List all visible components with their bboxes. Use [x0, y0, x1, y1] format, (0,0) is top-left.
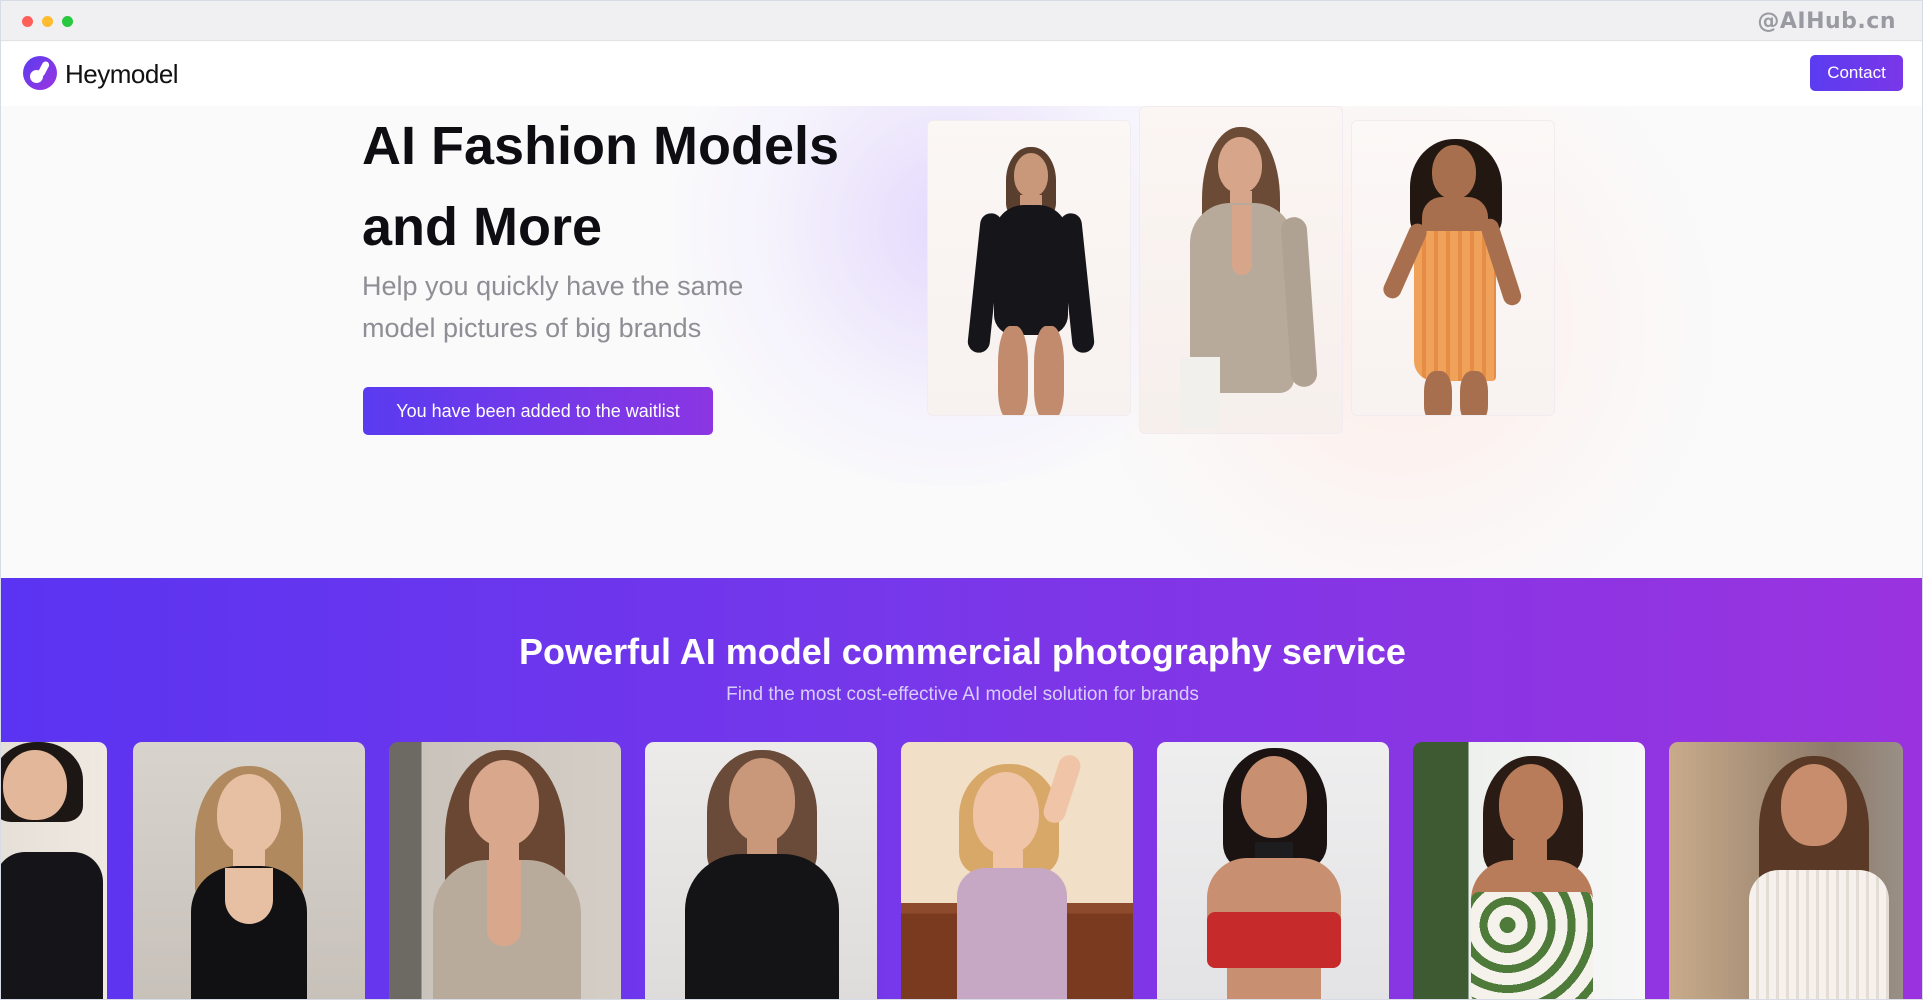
heymodel-logo-icon[interactable]	[23, 56, 57, 90]
close-window-button[interactable]	[22, 16, 33, 27]
hero-model-image-orange-dress	[1351, 120, 1555, 416]
hero-title-line1: AI Fashion Models	[362, 116, 840, 176]
top-navbar: Heymodel Contact	[1, 42, 1922, 106]
service-section: Powerful AI model commercial photography…	[1, 578, 1922, 999]
waitlist-button[interactable]: You have been added to the waitlist	[363, 387, 713, 435]
model-photo-floral-set[interactable]	[1413, 742, 1645, 999]
model-photo-black-long-sleeve[interactable]	[645, 742, 877, 999]
model-photo-black-lace[interactable]	[133, 742, 365, 999]
model-photo-beige-henley[interactable]	[389, 742, 621, 999]
service-title: Powerful AI model commercial photography…	[519, 631, 1406, 672]
hero-title: AI Fashion Models and More	[362, 106, 922, 268]
hero-title-line2: and More	[362, 197, 603, 257]
model-photo-red-top[interactable]	[1157, 742, 1389, 999]
watermark: @AIHub.cn	[1757, 9, 1896, 34]
minimize-window-button[interactable]	[42, 16, 53, 27]
hero-subtitle-line1: Help you quickly have the same	[362, 271, 744, 301]
model-photo-lilac-satin[interactable]	[901, 742, 1133, 999]
maximize-window-button[interactable]	[62, 16, 73, 27]
model-photo-white-knit[interactable]	[1669, 742, 1903, 999]
contact-button[interactable]: Contact	[1810, 55, 1903, 91]
service-subtitle: Find the most cost-effective AI model so…	[726, 684, 1199, 705]
hero-model-image-black-bodysuit	[927, 120, 1131, 416]
hero-model-image-beige-henley	[1139, 106, 1343, 434]
model-photo-cropped-smile[interactable]	[1, 742, 107, 999]
browser-window: @AIHub.cn Heymodel Contact AI Fashion Mo…	[0, 0, 1923, 1000]
hero-section: AI Fashion Models and More Help you quic…	[1, 106, 1922, 578]
hero-subtitle: Help you quickly have the same model pic…	[362, 265, 822, 349]
window-titlebar: @AIHub.cn	[1, 1, 1922, 41]
hero-subtitle-line2: model pictures of big brands	[362, 313, 702, 343]
brand-name[interactable]: Heymodel	[65, 59, 179, 90]
